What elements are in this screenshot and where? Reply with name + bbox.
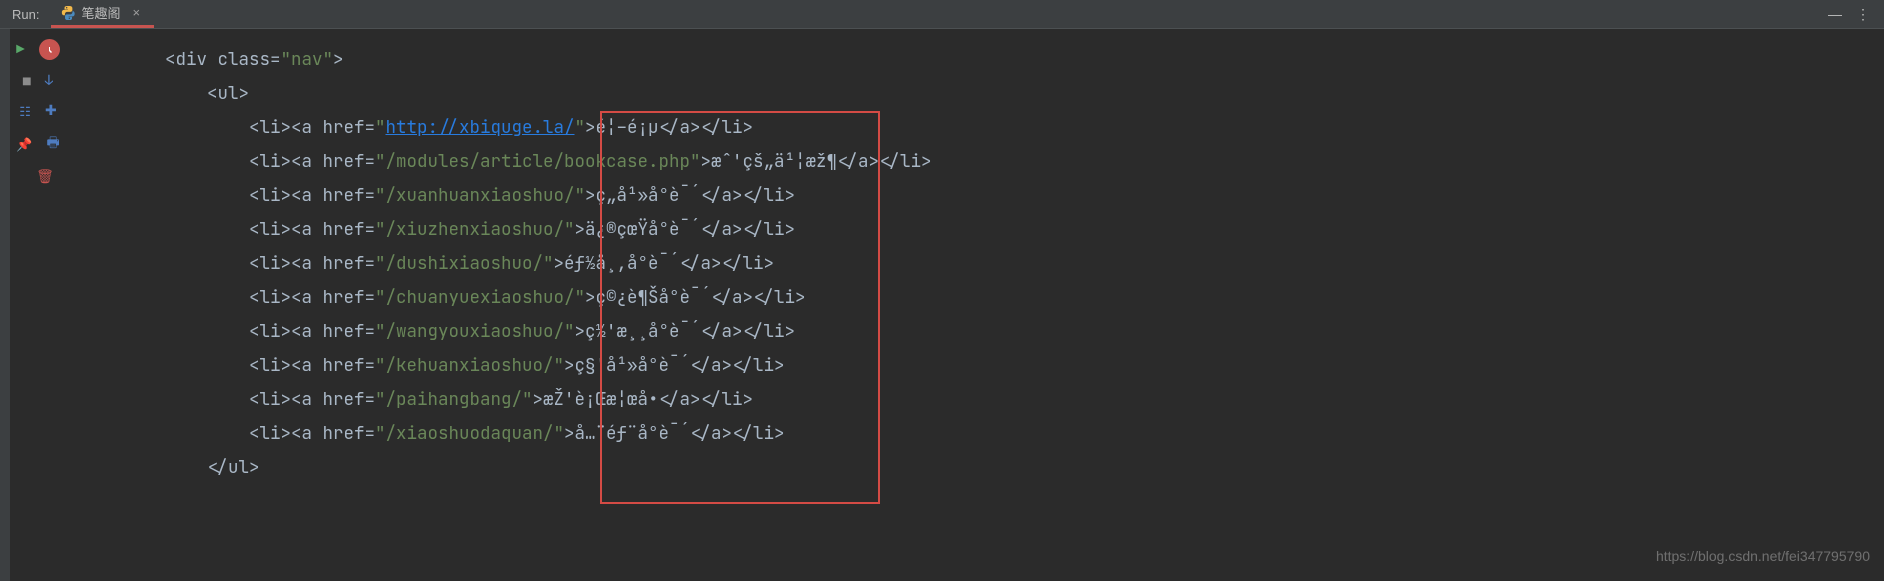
code-line: <li><a href="/kehuanxiaoshuo/">ç§'å¹»å°è… (165, 349, 1884, 383)
code-line: <li><a href="/xiaoshuodaquan/">å…¨éƒ¨å°è… (165, 417, 1884, 451)
output-link[interactable]: http://xbiquge.la/ (386, 116, 575, 139)
python-file-icon (61, 6, 75, 20)
clear-icon[interactable]: 🗑 (36, 168, 54, 186)
stop-icon[interactable]: ■ (23, 73, 31, 90)
code-line: <li><a href="/modules/article/bookcase.p… (165, 145, 1884, 179)
pin-icon[interactable]: 📌 (16, 136, 32, 153)
code-line: <div class="nav"> (165, 43, 1884, 77)
code-line: <ul> (165, 77, 1884, 111)
code-line: <li><a href="/xuanhuanxiaoshuo/">ç„å¹»å°… (165, 179, 1884, 213)
watermark-text: https://blog.csdn.net/fei347795790 (1656, 539, 1870, 573)
code-line: <li><a href="/wangyouxiaoshuo/">ç½'æ¸¸å°… (165, 315, 1884, 349)
tab-title: 笔趣阁 (81, 3, 120, 22)
more-icon[interactable]: ⋮ (1856, 6, 1870, 23)
run-label: Run: (0, 0, 51, 28)
code-line: </ul> (165, 451, 1884, 485)
layout-icon[interactable]: ☷ (19, 103, 31, 120)
code-line: <li><a href="/xiuzhenxiaoshuo/">ä¿®çœŸå°… (165, 213, 1884, 247)
minimize-panel-icon[interactable]: — (1828, 6, 1842, 22)
rerun-failed-icon[interactable] (39, 39, 60, 60)
code-line: <li><a href="http://xbiquge.la/">é¦–é¡µ<… (165, 111, 1884, 145)
code-line: <li><a href="/chuanyuexiaoshuo/">ç©¿è¶Šå… (165, 281, 1884, 315)
print-icon[interactable]: 🖶 (46, 132, 59, 156)
close-icon[interactable]: × (132, 5, 140, 20)
toolbar-right: — ⋮ (1828, 6, 1884, 23)
main-area: Favorites Structure ▶ ■ ↓ ☷ ✚ 📌 🖶 🗑 <div (0, 29, 1884, 581)
run-tab-active[interactable]: 笔趣阁 × (51, 0, 154, 28)
code-line: <li><a href="/paihangbang/">æŽ'è¡Œæ¦œå•<… (165, 383, 1884, 417)
console-output[interactable]: <div class="nav"> <ul> <li><a href="http… (65, 29, 1884, 581)
run-gutter: ▶ ■ ↓ ☷ ✚ 📌 🖶 🗑 (11, 29, 65, 581)
side-rail: Favorites Structure (0, 29, 11, 581)
code-line: <li><a href="/dushixiaoshuo/">éƒ½å¸‚å°è¯… (165, 247, 1884, 281)
top-tab-bar: Run: 笔趣阁 × — ⋮ (0, 0, 1884, 28)
add-content-icon[interactable]: ✚ (45, 102, 57, 120)
scroll-down-icon[interactable]: ↓ (45, 72, 53, 90)
rerun-icon[interactable]: ▶ (16, 41, 24, 59)
